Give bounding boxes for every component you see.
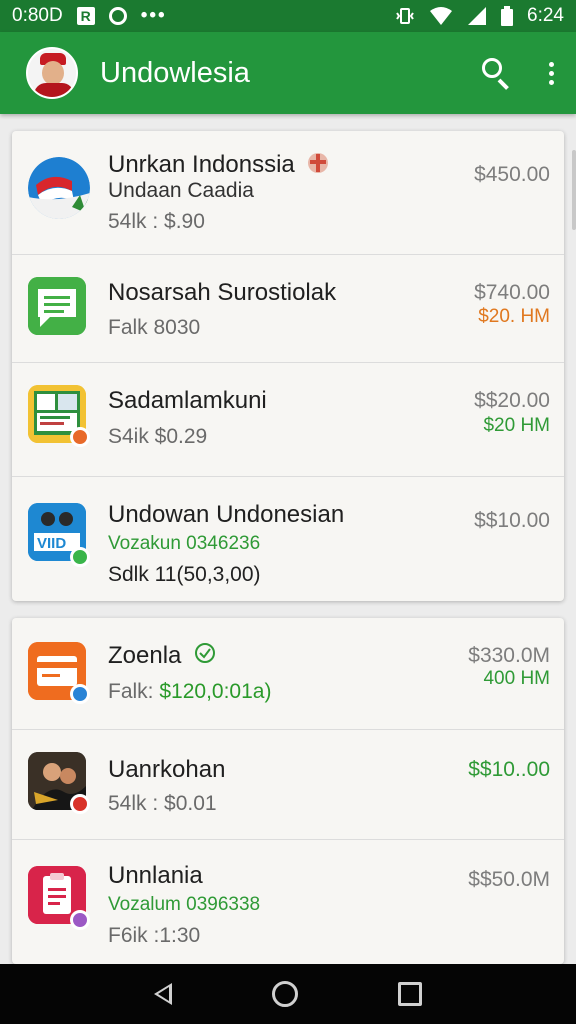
battery-icon [501, 6, 514, 26]
list-item[interactable]: VIID Undowan Undonesian Vozakun 0346236 … [12, 477, 564, 601]
item-subprice: $20 HM [483, 415, 550, 436]
item-price: $$20.00 [474, 389, 550, 412]
list-item[interactable]: Nosarsah Surostiolak Falk 8030 $740.00 $… [12, 255, 564, 363]
chat-message-icon [28, 277, 86, 335]
status-bar: 0:80D R ••• 6:24 [0, 0, 576, 32]
app-list-card: Zoenla Falk: $120,0:01a) $330.0M 400 HM … [12, 618, 564, 964]
status-dot [70, 547, 90, 567]
item-meta: F6ik :1:30 [108, 924, 201, 947]
item-name: Uanrkohan [108, 756, 226, 783]
status-dot [70, 794, 90, 814]
page-title: Undowlesia [100, 56, 250, 89]
item-subtitle: Vozakun 0346236 [108, 533, 261, 554]
item-meta: 54lk : $0.01 [108, 792, 217, 815]
list-item[interactable]: Uanrkohan 54lk : $0.01 $$10..00 [12, 730, 564, 840]
item-subprice: 400 HM [483, 668, 550, 689]
status-dot [70, 684, 90, 704]
item-subtitle: Vozalum 0396338 [108, 894, 261, 915]
status-time-right: 6:24 [527, 5, 564, 26]
item-meta: Sdlk 11(50,3,00) [108, 563, 261, 586]
svg-text:VIID: VIID [37, 535, 66, 552]
status-time-left: 0:80D [12, 5, 63, 26]
item-price: $330.0M [468, 644, 550, 667]
more-dots-icon: ••• [140, 5, 167, 26]
list-item[interactable]: Sadamlamkuni S4ik $0.29 $$20.00 $20 HM [12, 363, 564, 477]
item-price: $450.00 [474, 163, 550, 186]
vibrate-icon [396, 8, 414, 24]
signal-icon [468, 7, 487, 25]
search-icon[interactable] [482, 58, 512, 90]
item-meta: 54lk : $.90 [108, 210, 205, 233]
recents-icon[interactable] [398, 982, 422, 1006]
circle-status-icon [108, 7, 127, 25]
item-meta-label: Falk: [108, 680, 154, 703]
status-dot [70, 910, 90, 930]
app-list-card: Unrkan Indonssia Undaan Caadia 54lk : $.… [12, 131, 564, 601]
back-icon[interactable] [154, 983, 172, 1005]
item-name: Sadamlamkuni [108, 387, 267, 414]
list-item[interactable]: Zoenla Falk: $120,0:01a) $330.0M 400 HM [12, 618, 564, 730]
item-name: Nosarsah Surostiolak [108, 279, 337, 306]
badge-r-icon: R [76, 7, 95, 25]
item-name: Zoenla [108, 642, 182, 669]
flag-landscape-icon [28, 157, 90, 219]
item-meta-value: $120,0:01a) [159, 680, 272, 703]
item-name: Unrkan Indonssia [108, 150, 295, 178]
item-price: $$10.00 [474, 509, 550, 532]
item-meta: Falk 8030 [108, 316, 201, 339]
status-dot [70, 427, 90, 447]
system-nav-bar [0, 964, 576, 1024]
check-badge-icon [194, 642, 216, 671]
item-price: $$50.0M [468, 868, 550, 891]
list-item[interactable]: Unnlania Vozalum 0396338 F6ik :1:30 $$50… [12, 840, 564, 964]
item-price: $$10..00 [468, 758, 550, 781]
item-name: Undowan Undonesian [108, 501, 345, 528]
gift-badge-icon [307, 149, 329, 182]
item-subprice: $20. HM [478, 306, 550, 327]
list-item[interactable]: Unrkan Indonssia Undaan Caadia 54lk : $.… [12, 131, 564, 255]
item-price: $740.00 [474, 281, 550, 304]
item-meta: S4ik $0.29 [108, 425, 208, 448]
wifi-icon [430, 7, 453, 25]
avatar[interactable] [26, 47, 78, 99]
scrollbar[interactable] [572, 150, 576, 230]
more-vert-icon[interactable] [546, 61, 556, 85]
app-bar: Undowlesia [0, 32, 576, 114]
item-subtitle: Undaan Caadia [108, 179, 254, 202]
home-icon[interactable] [272, 981, 298, 1007]
item-name: Unnlania [108, 862, 203, 889]
